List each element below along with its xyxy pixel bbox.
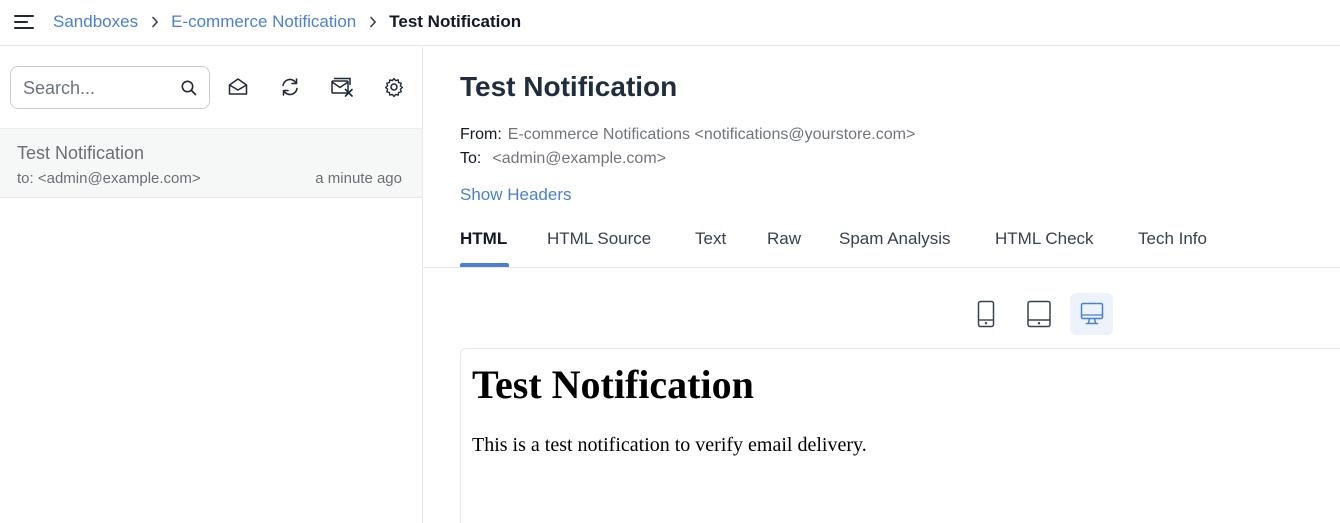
mail-clear-icon[interactable] (329, 74, 355, 100)
preview-heading: Test Notification (472, 362, 754, 407)
inbox-panel: Test Notification to: <admin@example.com… (0, 47, 423, 523)
search-box (10, 66, 210, 109)
to-value: <admin@example.com> (492, 150, 666, 167)
from-label: From: (460, 126, 502, 143)
refresh-icon[interactable] (277, 74, 303, 100)
active-tab-indicator (460, 263, 509, 267)
tab-tech-info[interactable]: Tech Info (1138, 229, 1207, 249)
inbox-list-item[interactable]: Test Notification to: <admin@example.com… (0, 128, 422, 198)
hamburger-menu-icon[interactable] (12, 12, 38, 32)
tab-html[interactable]: HTML (460, 229, 507, 249)
breadcrumb-ecommerce-notification[interactable]: E-commerce Notification (171, 12, 356, 32)
preview-body: This is a test notification to verify em… (472, 434, 867, 456)
breadcrumb-current: Test Notification (389, 12, 522, 31)
tab-html-source[interactable]: HTML Source (547, 229, 651, 249)
search-icon[interactable] (180, 79, 198, 97)
to-label: To: (460, 150, 482, 167)
mobile-icon[interactable] (964, 293, 1007, 335)
to-row: To: <admin@example.com> (460, 150, 666, 168)
tab-raw[interactable]: Raw (767, 229, 801, 249)
desktop-icon[interactable] (1070, 293, 1113, 335)
list-item-time: a minute ago (315, 170, 402, 187)
from-value: E-commerce Notifications <notifications@… (507, 126, 916, 143)
show-headers-link[interactable]: Show Headers (460, 185, 572, 205)
chevron-right-icon (369, 16, 377, 28)
tablet-icon[interactable] (1017, 293, 1060, 335)
gear-icon[interactable] (381, 74, 407, 100)
envelope-open-icon[interactable] (225, 74, 251, 100)
list-item-subject: Test Notification (17, 143, 145, 163)
tab-html-check[interactable]: HTML Check (995, 229, 1094, 249)
breadcrumb: Sandboxes E-commerce Notification Test N… (53, 11, 521, 33)
email-preview: Test Notification This is a test notific… (460, 348, 1340, 523)
breadcrumb-sandboxes[interactable]: Sandboxes (53, 12, 138, 32)
chevron-right-icon (151, 16, 159, 28)
search-input[interactable] (23, 76, 173, 100)
message-subject: Test Notification (460, 71, 678, 102)
message-tabs: HTML HTML Source Text Raw Spam Analysis … (423, 223, 1340, 268)
message-panel: Test Notification From: E-commerce Notifi… (423, 47, 1340, 523)
list-item-recipient: to: <admin@example.com> (17, 170, 201, 187)
tab-text[interactable]: Text (695, 229, 726, 249)
from-row: From: E-commerce Notifications <notificat… (460, 126, 915, 144)
tab-spam-analysis[interactable]: Spam Analysis (839, 229, 951, 249)
top-bar: Sandboxes E-commerce Notification Test N… (0, 0, 1340, 46)
